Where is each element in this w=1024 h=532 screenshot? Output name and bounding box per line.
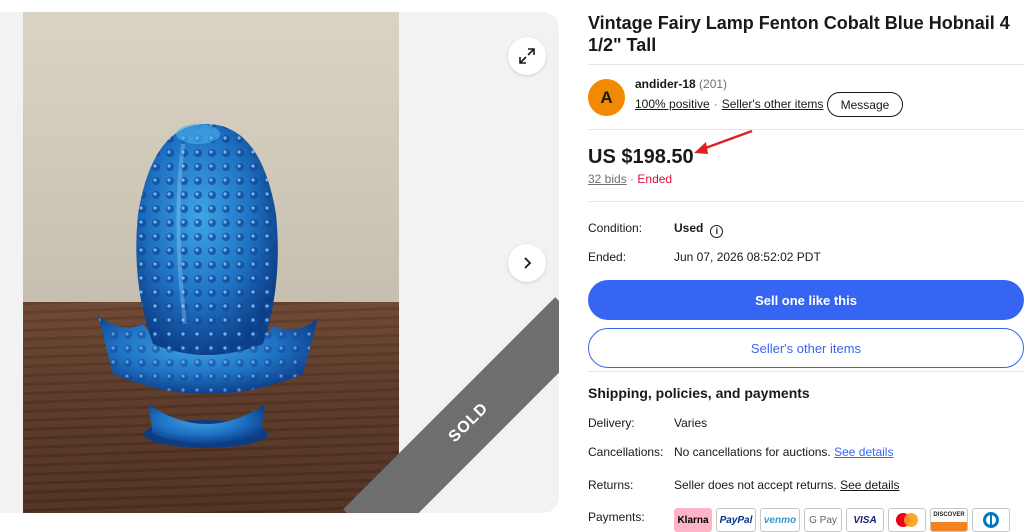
- ended-label: Ended:: [588, 250, 627, 264]
- mastercard-icon: [888, 508, 926, 532]
- returns-row: Returns: Seller does not accept returns.…: [588, 478, 899, 492]
- next-image-button[interactable]: [508, 244, 546, 282]
- cancellations-label: Cancellations:: [588, 445, 664, 459]
- returns-label: Returns:: [588, 478, 634, 492]
- chevron-right-icon: [524, 257, 532, 269]
- fairy-lamp-image: [98, 124, 318, 448]
- cancellations-see-details-link[interactable]: See details: [834, 445, 893, 459]
- payment-methods: Klarna PayPal venmo G Pay VISA DISCOVER: [674, 508, 1010, 532]
- image-gallery: SOLD: [0, 12, 559, 513]
- visa-icon: VISA: [846, 508, 884, 532]
- listing-title: Vintage Fairy Lamp Fenton Cobalt Blue Ho…: [588, 13, 1010, 55]
- cancellations-value: No cancellations for auctions. See detai…: [674, 445, 893, 459]
- paypal-icon: PayPal: [716, 508, 756, 532]
- divider: [588, 64, 1024, 65]
- divider: [588, 129, 1024, 130]
- divider: [588, 371, 1024, 372]
- bids-link[interactable]: 32 bids: [588, 172, 627, 186]
- returns-value: Seller does not accept returns. See deta…: [674, 478, 899, 492]
- seller-positive-link[interactable]: 100% positive: [635, 97, 710, 111]
- google-pay-icon: G Pay: [804, 508, 842, 532]
- klarna-icon: Klarna: [674, 508, 712, 532]
- seller-feedback-count: (201): [699, 77, 728, 91]
- payments-row: Payments:: [588, 510, 674, 524]
- bids-status: 32 bids · Ended: [588, 172, 672, 186]
- returns-see-details-link[interactable]: See details: [840, 478, 899, 492]
- ended-status: Ended: [637, 172, 673, 186]
- price: US $198.50: [588, 146, 694, 168]
- cancellations-text: No cancellations for auctions.: [674, 445, 831, 459]
- separator-dot: ·: [713, 97, 718, 111]
- delivery-label: Delivery:: [588, 416, 635, 430]
- seller-name-row[interactable]: andider-18 (201): [635, 77, 727, 91]
- returns-text: Seller does not accept returns.: [674, 478, 837, 492]
- seller-other-items-link[interactable]: Seller's other items: [722, 97, 824, 111]
- payments-label: Payments:: [588, 510, 645, 524]
- ended-row: Ended: Jun 07, 2026 08:52:02 PDT: [588, 250, 821, 264]
- red-arrow-annotation: [694, 129, 753, 154]
- discover-icon: DISCOVER: [930, 508, 968, 532]
- condition-text: Used: [674, 221, 704, 235]
- main-photo[interactable]: [23, 12, 399, 513]
- shipping-section-title: Shipping, policies, and payments: [588, 385, 810, 401]
- sold-label: SOLD: [445, 399, 492, 446]
- seller-avatar[interactable]: A: [588, 79, 625, 116]
- sellers-other-items-button[interactable]: Seller's other items: [588, 328, 1024, 368]
- delivery-value: Varies: [674, 416, 708, 430]
- divider: [588, 201, 1024, 202]
- condition-row: Condition: Used i: [588, 221, 724, 238]
- venmo-icon: venmo: [760, 508, 800, 532]
- seller-name[interactable]: andider-18: [635, 77, 696, 91]
- condition-value: Used i: [674, 221, 724, 238]
- diners-icon: [972, 508, 1010, 532]
- expand-icon: [519, 48, 535, 64]
- sell-one-like-this-button[interactable]: Sell one like this: [588, 280, 1024, 320]
- info-icon[interactable]: i: [710, 224, 724, 238]
- cancellations-row: Cancellations: No cancellations for auct…: [588, 445, 893, 459]
- ended-value: Jun 07, 2026 08:52:02 PDT: [674, 250, 821, 264]
- condition-label: Condition:: [588, 221, 643, 235]
- expand-button[interactable]: [508, 37, 546, 75]
- message-button[interactable]: Message: [827, 92, 903, 117]
- delivery-row: Delivery: Varies: [588, 416, 707, 430]
- seller-links: 100% positive · Seller's other items ·: [635, 97, 835, 111]
